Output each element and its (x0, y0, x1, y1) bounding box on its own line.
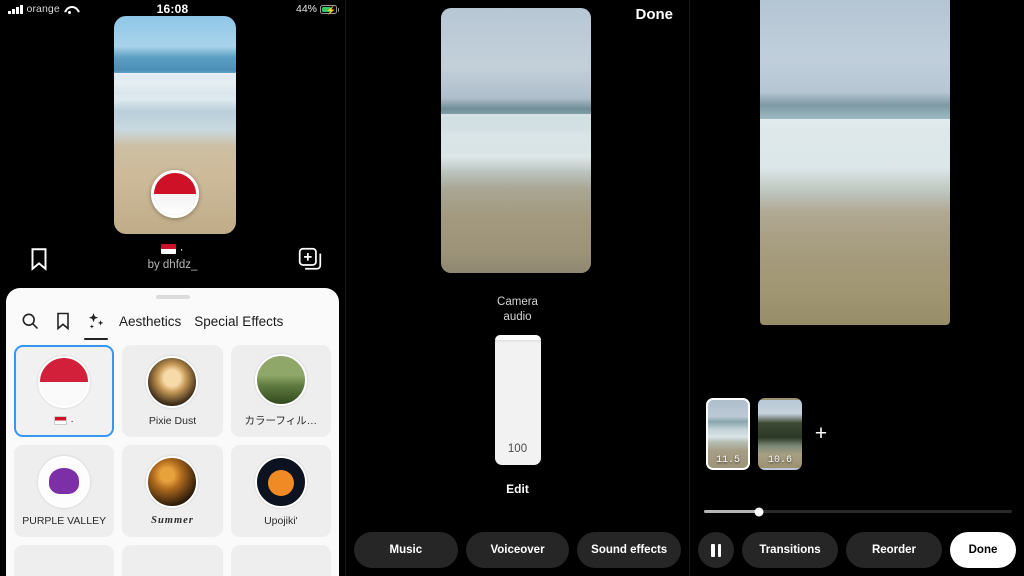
camera-preview[interactable] (114, 16, 236, 234)
effect-card[interactable] (122, 545, 223, 576)
transitions-button[interactable]: Transitions (742, 532, 838, 568)
indonesia-flag-icon (54, 415, 68, 425)
effect-card[interactable] (230, 545, 331, 576)
effects-drawer: Aesthetics Special Effects · Pixie Dust (6, 288, 339, 576)
effect-capture-button[interactable] (151, 170, 199, 218)
effect-card[interactable]: Pixie Dust (122, 345, 223, 437)
indonesia-flag-emoji (161, 244, 177, 254)
volume-value: 100 (507, 443, 528, 455)
effect-card-label: Upojiki' (264, 514, 298, 527)
edit-button[interactable]: Edit (346, 482, 689, 496)
effect-card[interactable]: PURPLE VALLEY (14, 445, 115, 537)
effect-card-label: Pixie Dust (148, 414, 197, 427)
saved-effects-icon[interactable] (53, 311, 73, 331)
effect-meta-row: · by dhfdz_ (0, 242, 345, 284)
sparkles-icon[interactable] (84, 311, 108, 340)
sound-effects-button[interactable]: Sound effects (577, 532, 682, 568)
video-preview[interactable] (760, 0, 950, 325)
effect-card[interactable]: · (14, 345, 115, 437)
battery-charging-icon: ⚡ (320, 4, 339, 15)
status-bar-right: 44% ⚡ (295, 3, 339, 15)
clip-strip: 11.5 10.6 + (706, 398, 832, 470)
effect-card-label: カラーフィル… (244, 415, 318, 427)
three-panel-screenshot: orange 16:08 44% ⚡ · by dhfdz_ Aesthetic… (0, 0, 1024, 576)
beach-scene-image (760, 0, 950, 325)
indonesia-flag-icon (154, 173, 196, 215)
effect-card-label: · (54, 415, 74, 427)
clip-duration: 10.6 (767, 455, 792, 466)
audio-track-label: Camera audio (497, 296, 538, 323)
voiceover-button[interactable]: Voiceover (465, 532, 570, 568)
panel-effects-browser: orange 16:08 44% ⚡ · by dhfdz_ Aesthetic… (0, 0, 345, 576)
battery-percent-label: 44% (295, 3, 317, 15)
music-button[interactable]: Music (354, 532, 458, 568)
video-preview[interactable] (441, 8, 591, 273)
status-bar: orange 16:08 44% ⚡ (0, 0, 345, 18)
effect-card[interactable]: Upojiki' (230, 445, 331, 537)
effect-card-label: PURPLE VALLEY (22, 514, 107, 527)
tab-aesthetics[interactable]: Aesthetics (119, 314, 181, 329)
effect-thumbnail (38, 355, 91, 408)
tab-special-effects[interactable]: Special Effects (194, 314, 283, 329)
search-icon[interactable] (20, 311, 40, 331)
effect-card[interactable]: Summer (122, 445, 223, 537)
effect-thumbnail (254, 354, 307, 406)
effect-thumbnail (146, 456, 199, 508)
panel-audio-mixer: Done Camera audio 100 Edit Music Voiceov… (345, 0, 690, 576)
effects-tab-bar: Aesthetics Special Effects (6, 299, 339, 340)
audio-action-bar: Music Voiceover Sound effects (354, 532, 682, 568)
effect-author: by dhfdz_ (147, 259, 198, 271)
panel-clip-timeline-editor: 11.5 10.6 + Transitions Reorder Done (690, 0, 1024, 576)
effect-card-label: Summer (151, 515, 194, 526)
playback-progress-fill (704, 510, 760, 513)
playback-scrubber[interactable] (704, 507, 1012, 516)
effect-thumbnail (254, 455, 307, 508)
effects-grid: · Pixie Dust カラーフィル… PURPLE VALLEY Summe… (6, 331, 339, 576)
done-button[interactable]: Done (636, 6, 674, 23)
clock-label: 16:08 (156, 2, 189, 16)
beach-scene-image (441, 8, 591, 273)
effect-thumbnail (38, 455, 91, 508)
clip-thumbnail[interactable]: 11.5 (706, 398, 750, 470)
reorder-button[interactable]: Reorder (846, 532, 942, 568)
playback-scrubber-knob[interactable] (754, 507, 764, 516)
done-button[interactable]: Done (950, 532, 1016, 568)
effect-card[interactable] (14, 545, 115, 576)
clip-thumbnail[interactable]: 10.6 (758, 398, 802, 470)
plus-icon[interactable]: + (810, 423, 832, 445)
clip-duration: 11.5 (715, 455, 740, 466)
pause-icon[interactable] (698, 532, 734, 568)
effect-card[interactable]: カラーフィル… (230, 345, 331, 437)
effect-thumbnail (146, 355, 199, 408)
timeline-action-bar: Transitions Reorder Done (698, 532, 1016, 568)
effect-title: · (0, 240, 345, 258)
volume-slider[interactable]: 100 (494, 335, 541, 465)
add-to-story-icon[interactable] (297, 246, 323, 272)
effect-title-text: · (179, 242, 184, 256)
